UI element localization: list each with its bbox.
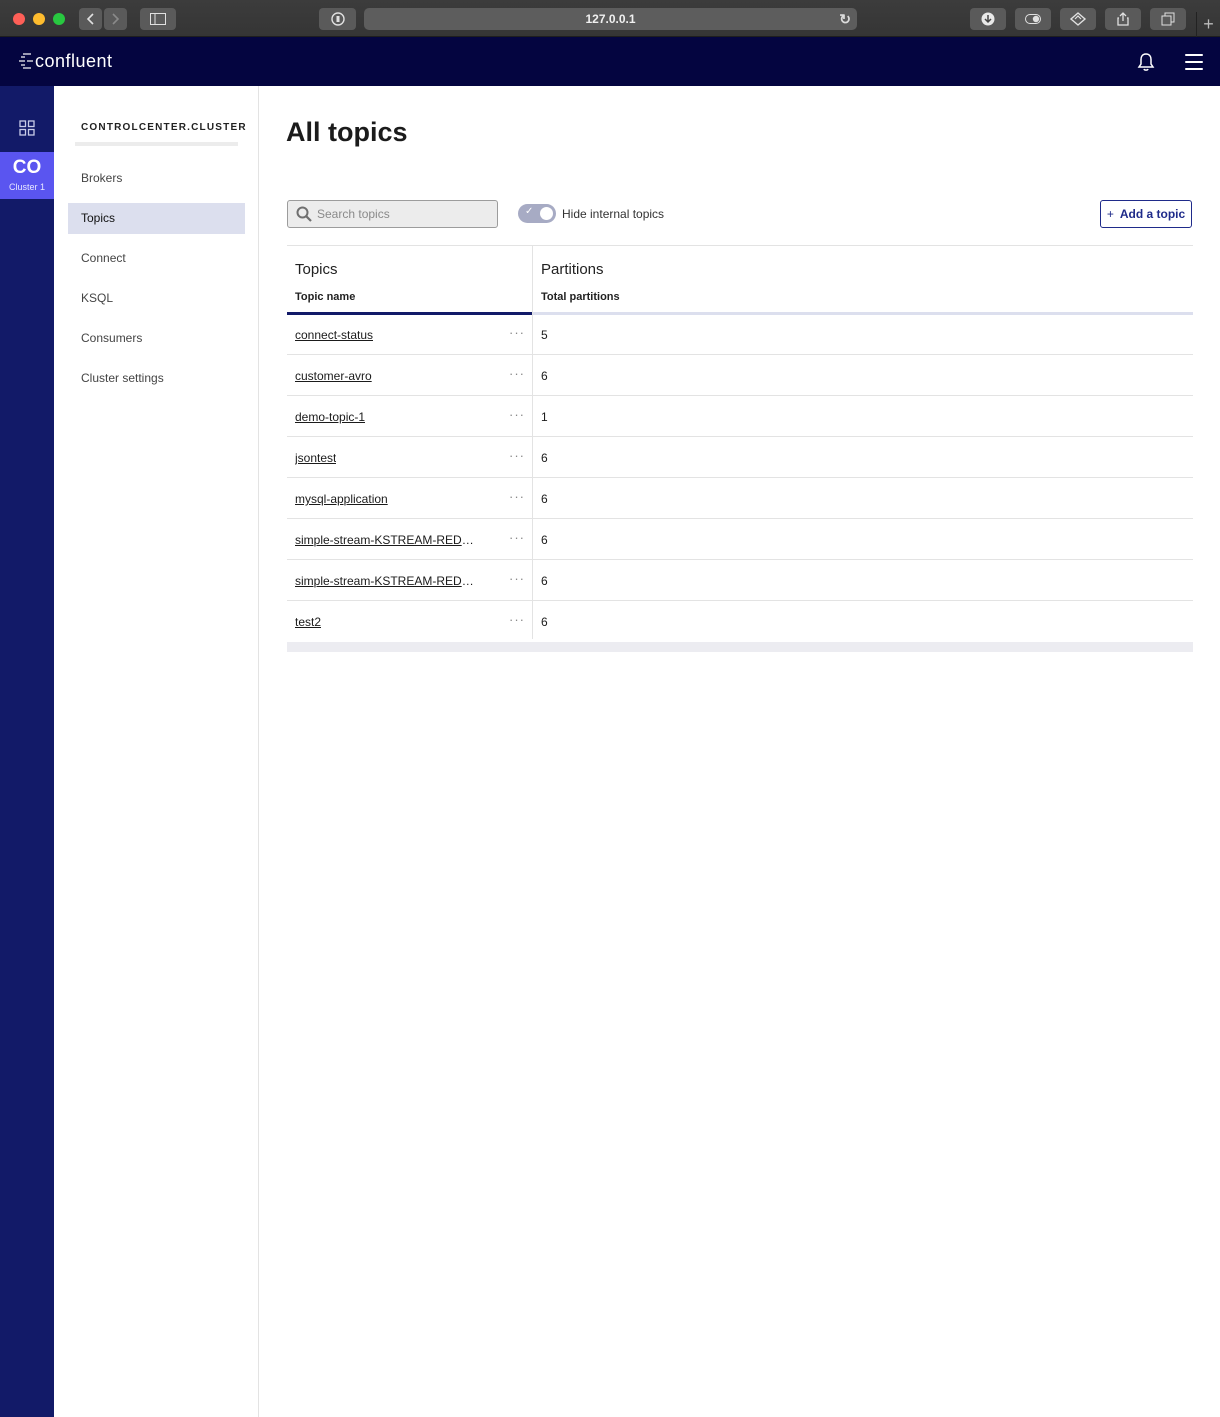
- partition-count: 6: [541, 533, 548, 547]
- share-button[interactable]: [1105, 8, 1141, 30]
- sidebar-item-ksql[interactable]: KSQL: [68, 283, 245, 314]
- left-rail: CO Cluster 1: [0, 86, 54, 1417]
- topic-link[interactable]: mysql-application: [295, 492, 388, 506]
- checkmark-icon: ✓: [525, 206, 534, 217]
- extension-button[interactable]: [1060, 8, 1096, 30]
- table-row: test2 ··· 6: [287, 601, 1193, 642]
- partition-count: 1: [541, 410, 548, 424]
- confluent-logo-icon: [19, 53, 33, 69]
- back-button[interactable]: [79, 8, 102, 30]
- extension-toggle-button[interactable]: [1015, 8, 1051, 30]
- cluster-name: Cluster 1: [8, 182, 45, 192]
- plus-icon: +: [1106, 207, 1114, 221]
- diamond-icon: [1069, 12, 1087, 26]
- partition-count: 5: [541, 328, 548, 342]
- partition-count: 6: [541, 369, 548, 383]
- topic-link[interactable]: connect-status: [295, 328, 373, 342]
- toggle-icon: [1025, 14, 1041, 24]
- new-tab-button[interactable]: +: [1196, 12, 1220, 37]
- sidebar-toggle-button[interactable]: [140, 8, 176, 30]
- topic-link[interactable]: simple-stream-KSTREAM-REDU…: [295, 574, 475, 588]
- sidebar-item-connect[interactable]: Connect: [68, 243, 245, 274]
- page-title: All topics: [286, 117, 408, 147]
- group-header-partitions: Partitions: [541, 261, 604, 278]
- add-topic-button[interactable]: + Add a topic: [1100, 200, 1192, 228]
- cluster-title: CONTROLCENTER.CLUSTER: [81, 122, 247, 133]
- search-icon: [296, 206, 312, 222]
- partition-count: 6: [541, 451, 548, 465]
- cluster-sidebar: CONTROLCENTER.CLUSTER Brokers Topics Con…: [54, 86, 259, 1417]
- table-row: mysql-application ··· 6: [287, 478, 1193, 519]
- more-options-icon[interactable]: ···: [509, 489, 525, 504]
- sidebar-item-topics[interactable]: Topics: [68, 203, 245, 234]
- sidebar-icon: [150, 13, 166, 25]
- minimize-window-button[interactable]: [33, 13, 45, 25]
- logo-text: confluent: [35, 50, 113, 71]
- topic-link[interactable]: demo-topic-1: [295, 410, 365, 424]
- topic-link[interactable]: test2: [295, 615, 321, 629]
- table-row: customer-avro ··· 6: [287, 355, 1193, 396]
- cluster-switcher-tile[interactable]: CO Cluster 1: [0, 152, 54, 199]
- share-icon: [1117, 12, 1129, 26]
- table-footer: [287, 642, 1193, 652]
- add-topic-label: Add a topic: [1119, 207, 1186, 221]
- table-row: demo-topic-1 ··· 1: [287, 396, 1193, 437]
- partition-count: 6: [541, 615, 548, 629]
- more-options-icon[interactable]: ···: [509, 325, 525, 340]
- toggle-knob: [540, 207, 553, 220]
- topics-table: Topics Partitions Topic name Total parti…: [287, 245, 1193, 652]
- table-row: connect-status ··· 5: [287, 314, 1193, 355]
- sidebar-item-consumers[interactable]: Consumers: [68, 323, 245, 354]
- bell-icon[interactable]: [1137, 52, 1155, 72]
- hide-internal-topics-label: Hide internal topics: [562, 207, 665, 221]
- partition-count: 6: [541, 492, 548, 506]
- zoom-window-button[interactable]: [53, 13, 65, 25]
- privacy-button[interactable]: [319, 8, 356, 30]
- more-options-icon[interactable]: ···: [509, 571, 525, 586]
- partition-count: 6: [541, 574, 548, 588]
- tabs-overview-button[interactable]: [1150, 8, 1186, 30]
- tabs-icon: [1161, 12, 1175, 26]
- table-row: jsontest ··· 6: [287, 437, 1193, 478]
- sidebar-item-brokers[interactable]: Brokers: [68, 163, 245, 194]
- address-bar[interactable]: 127.0.0.1 ↻: [364, 8, 857, 30]
- forward-button[interactable]: [104, 8, 127, 30]
- more-options-icon[interactable]: ···: [509, 448, 525, 463]
- group-header-topics: Topics: [295, 261, 338, 278]
- menu-icon[interactable]: [1185, 54, 1203, 70]
- reload-icon[interactable]: ↻: [839, 11, 851, 28]
- more-options-icon[interactable]: ···: [509, 530, 525, 545]
- search-input[interactable]: [317, 205, 492, 223]
- close-window-button[interactable]: [13, 13, 25, 25]
- more-options-icon[interactable]: ···: [509, 407, 525, 422]
- hide-internal-topics-toggle[interactable]: ✓: [518, 204, 556, 223]
- sidebar-item-cluster-settings[interactable]: Cluster settings: [68, 363, 245, 394]
- table-row: simple-stream-KSTREAM-REDU… ··· 6: [287, 519, 1193, 560]
- shield-icon: [330, 12, 345, 26]
- search-box[interactable]: [287, 200, 498, 228]
- url-text: 127.0.0.1: [585, 12, 636, 26]
- table-header: Topics Partitions Topic name Total parti…: [287, 245, 1193, 315]
- column-header-total-partitions[interactable]: Total partitions: [541, 291, 620, 303]
- more-options-icon[interactable]: ···: [509, 366, 525, 381]
- chevron-right-icon: [112, 13, 120, 25]
- confluent-logo[interactable]: confluent: [19, 50, 113, 72]
- cluster-title-divider: [75, 142, 238, 146]
- grid-icon[interactable]: [19, 120, 35, 136]
- cluster-abbreviation: CO: [12, 157, 42, 178]
- main-content: All topics ✓ Hide internal topics + Add …: [259, 86, 1220, 1417]
- browser-toolbar: 127.0.0.1 ↻ +: [0, 0, 1220, 37]
- chevron-left-icon: [86, 13, 94, 25]
- topic-link[interactable]: customer-avro: [295, 369, 372, 383]
- more-options-icon[interactable]: ···: [509, 612, 525, 627]
- downloads-button[interactable]: [970, 8, 1006, 30]
- app-header: confluent: [0, 37, 1220, 86]
- topic-link[interactable]: jsontest: [295, 451, 336, 465]
- topic-link[interactable]: simple-stream-KSTREAM-REDU…: [295, 533, 475, 547]
- download-icon: [981, 12, 995, 26]
- table-row: simple-stream-KSTREAM-REDU… ··· 6: [287, 560, 1193, 601]
- column-header-topic-name[interactable]: Topic name: [295, 291, 355, 303]
